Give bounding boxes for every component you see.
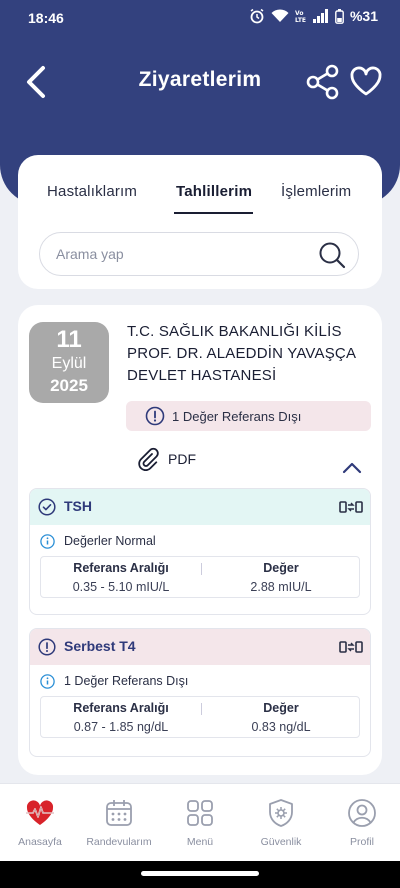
test-header: TSH xyxy=(30,489,370,525)
out-of-range-text: 1 Değer Referans Dışı xyxy=(172,409,302,424)
test-info-text: Değerler Normal xyxy=(64,534,156,548)
nav-item-anasayfa[interactable]: Anasayfa xyxy=(0,784,80,862)
nav-item-profil[interactable]: Profil xyxy=(322,784,400,862)
page-title: Ziyaretlerim xyxy=(138,68,262,91)
hospital-name: T.C. SAĞLIK BAKANLIĞI KİLİS PROF. DR. AL… xyxy=(127,323,356,384)
share-icon[interactable] xyxy=(306,64,340,100)
nav-label: Anasayfa xyxy=(18,836,62,848)
test-card-tsh[interactable]: TSH Değerler Normal Referans Aralığı Değ… xyxy=(29,488,371,615)
reference-table: Referans Aralığı Değer 0.87 - 1.85 ng/dL… xyxy=(40,696,360,738)
tab-tahlillerim[interactable]: Tahlillerim xyxy=(176,183,252,200)
status-bar: 18:46 Vo LTE %31 xyxy=(0,0,400,36)
tab-islemlerim[interactable]: İşlemlerim xyxy=(281,183,351,200)
search-input[interactable]: Arama yap xyxy=(39,232,359,276)
ref-range-header: Referans Aralığı xyxy=(73,561,169,575)
tab-hastaliklarim[interactable]: Hastalıklarım xyxy=(47,183,137,200)
compare-icon[interactable] xyxy=(339,638,363,656)
search-icon[interactable] xyxy=(318,241,346,269)
test-name: Serbest T4 xyxy=(64,638,136,654)
value-header: Değer xyxy=(263,561,299,575)
volte-icon: VoLTE xyxy=(295,10,306,23)
check-circle-icon xyxy=(38,498,56,516)
visit-date-box: 11 Eylül 2025 xyxy=(29,322,109,403)
alarm-icon xyxy=(250,8,264,24)
paperclip-icon xyxy=(138,447,159,471)
test-card-serbest-t4[interactable]: Serbest T4 1 Değer Referans Dışı Referan… xyxy=(29,628,371,757)
battery-icon xyxy=(335,8,344,24)
status-icons: Vo LTE %31 xyxy=(249,8,378,24)
status-time: 18:46 xyxy=(28,10,64,26)
gesture-bar-area xyxy=(0,861,400,888)
test-value: 0.83 ng/dL xyxy=(251,720,311,734)
nav-item-randevularim[interactable]: Randevularım xyxy=(79,784,159,862)
warning-icon xyxy=(145,406,165,426)
nav-label: Randevularım xyxy=(86,836,152,848)
compare-icon[interactable] xyxy=(339,498,363,516)
test-name: TSH xyxy=(64,498,92,514)
wifi-icon xyxy=(271,9,289,22)
visit-day: 11 xyxy=(56,326,82,353)
nav-item-guvenlik[interactable]: Güvenlik xyxy=(241,784,321,862)
calendar-icon xyxy=(106,800,132,826)
tab-bar: Hastalıklarım Tahlillerim İşlemlerim xyxy=(18,183,382,217)
search-placeholder: Arama yap xyxy=(56,246,124,262)
battery-percent: %31 xyxy=(349,8,378,24)
ref-range-value: 0.35 - 5.10 mIU/L xyxy=(72,580,170,594)
pdf-label: PDF xyxy=(168,451,196,467)
gesture-handle[interactable] xyxy=(141,871,259,876)
ref-range-header: Referans Aralığı xyxy=(73,701,169,715)
nav-label: Profil xyxy=(350,836,374,848)
chevron-up-icon[interactable] xyxy=(341,460,363,476)
top-nav: Ziyaretlerim xyxy=(0,55,400,107)
nav-item-menu[interactable]: Menü xyxy=(160,784,240,862)
test-header: Serbest T4 xyxy=(30,629,370,665)
value-header: Değer xyxy=(263,701,299,715)
svg-text:Vo: Vo xyxy=(295,10,303,17)
signal-icon xyxy=(312,9,328,23)
ref-range-value: 0.87 - 1.85 ng/dL xyxy=(73,720,169,734)
test-value: 2.88 mIU/L xyxy=(250,580,312,594)
reference-table: Referans Aralığı Değer 0.35 - 5.10 mIU/L… xyxy=(40,556,360,598)
nav-label: Menü xyxy=(186,836,214,848)
info-icon xyxy=(40,534,55,549)
heart-icon[interactable] xyxy=(349,65,383,97)
out-of-range-badge: 1 Değer Referans Dışı xyxy=(126,401,371,431)
user-icon xyxy=(348,799,376,827)
nav-label: Güvenlik xyxy=(260,836,302,848)
warning-icon xyxy=(38,638,56,656)
visit-year: 2025 xyxy=(50,376,88,395)
grid-icon xyxy=(187,800,213,826)
test-info-text: 1 Değer Referans Dışı xyxy=(64,674,189,688)
svg-text:LTE: LTE xyxy=(295,17,306,23)
active-tab-indicator xyxy=(174,212,253,214)
tabs-card: Hastalıklarım Tahlillerim İşlemlerim Ara… xyxy=(18,155,382,289)
visit-card[interactable]: 11 Eylül 2025 T.C. SAĞLIK BAKANLIĞI KİLİ… xyxy=(18,305,382,775)
heart-pulse-icon xyxy=(26,800,54,825)
info-icon xyxy=(40,674,55,689)
visit-month: Eylül xyxy=(51,355,87,372)
shield-gear-icon xyxy=(269,799,293,827)
bottom-nav: Anasayfa Randevularım Menü Güvenlik Prof… xyxy=(0,783,400,861)
